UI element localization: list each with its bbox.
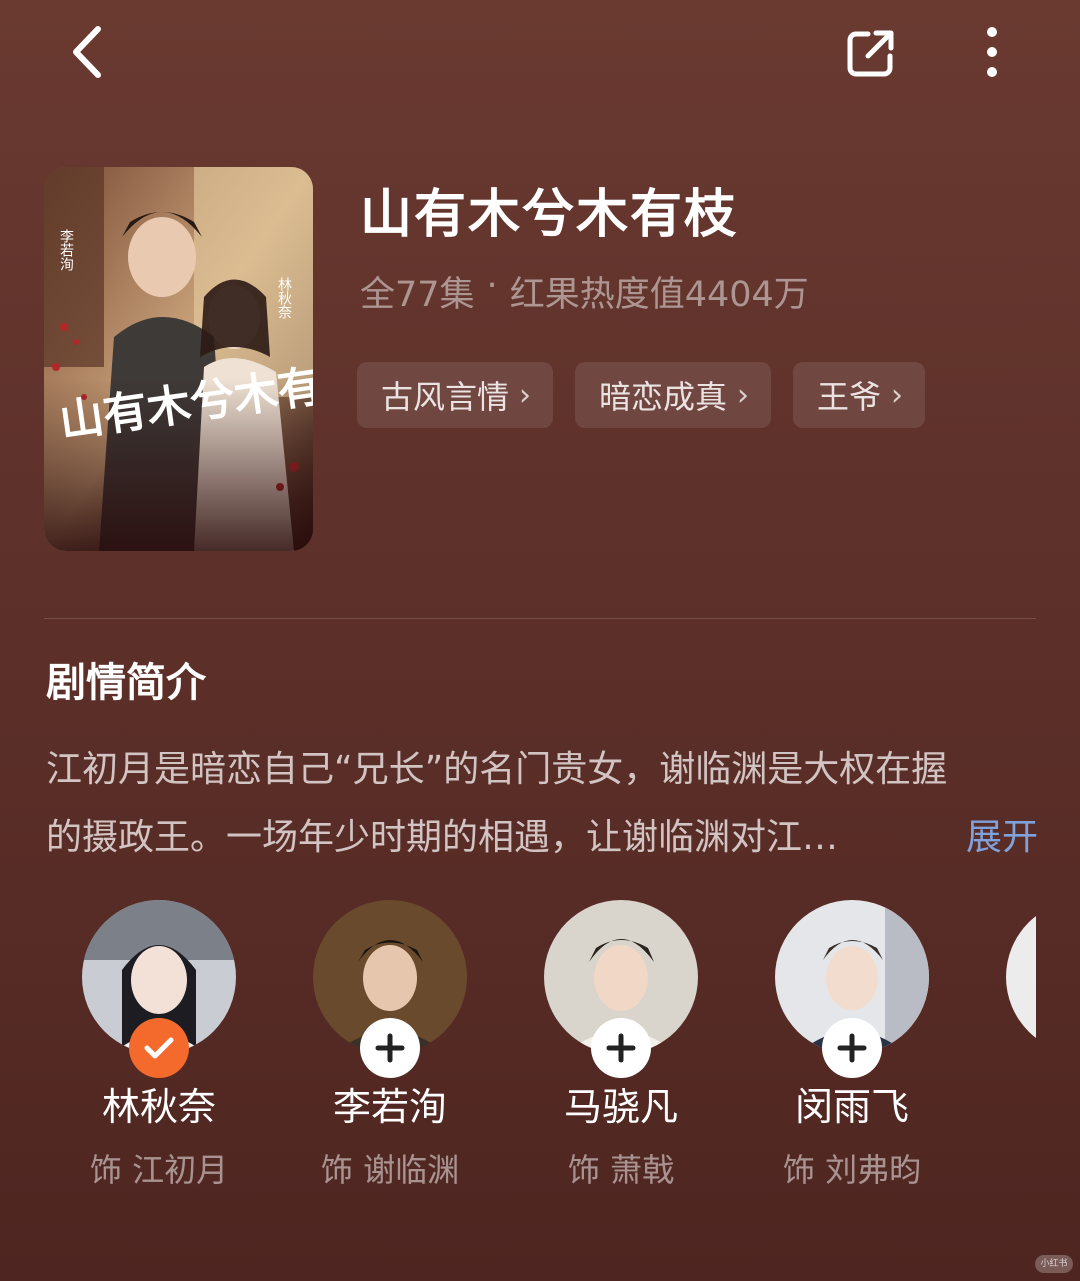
cast-member[interactable]: | 饰 bbox=[968, 900, 1036, 1180]
poster-actor-left: 李若洵 bbox=[58, 229, 74, 271]
cast-name: 林秋奈 bbox=[101, 1085, 216, 1129]
plus-icon bbox=[375, 1033, 405, 1063]
tag-label: 古风言情 bbox=[381, 378, 510, 416]
chevron-right-icon: › bbox=[891, 377, 904, 413]
cast-role: 饰 刘弗昀 bbox=[782, 1151, 922, 1189]
back-button[interactable] bbox=[58, 22, 118, 82]
cast-name: 闵雨飞 bbox=[794, 1085, 909, 1129]
top-bar bbox=[0, 0, 1080, 110]
cast-member[interactable]: 闵雨飞 饰 刘弗昀 bbox=[737, 900, 967, 1191]
follow-button[interactable] bbox=[591, 1018, 651, 1078]
cast-role: 饰 bbox=[968, 1134, 1036, 1180]
episode-count: 全77集 bbox=[360, 275, 475, 315]
tag-chip[interactable]: 王爷 › bbox=[793, 362, 926, 428]
tag-label: 王爷 bbox=[817, 378, 882, 416]
chevron-right-icon: › bbox=[519, 377, 532, 413]
heat-value: 红果热度值4404万 bbox=[509, 275, 809, 315]
share-button[interactable] bbox=[840, 22, 902, 84]
poster-actor-right: 林秋奈 bbox=[276, 277, 292, 319]
cast-name: | bbox=[968, 1076, 1036, 1120]
chevron-left-icon bbox=[73, 26, 101, 78]
cast-name: 马骁凡 bbox=[563, 1085, 678, 1129]
followed-badge[interactable] bbox=[129, 1018, 189, 1078]
cast-list: 林秋奈 饰 江初月 李若洵 饰 谢临渊 马骁凡 饰 萧戟 闵雨飞 饰 刘弗昀 bbox=[0, 900, 1036, 1220]
poster-image: 山有木兮木有枝 李若洵 林秋奈 bbox=[44, 167, 313, 551]
plus-icon bbox=[606, 1033, 636, 1063]
meta-separator: · bbox=[486, 266, 498, 306]
avatar[interactable] bbox=[1006, 900, 1036, 1054]
expand-link[interactable]: 展开 bbox=[966, 804, 1038, 872]
check-icon bbox=[144, 1037, 174, 1059]
drama-title: 山有木兮木有枝 bbox=[360, 185, 739, 245]
follow-button[interactable] bbox=[360, 1018, 420, 1078]
synopsis-line: 的摄政王。一场年少时期的相遇，让谢临渊对江… bbox=[46, 817, 839, 858]
cast-member[interactable]: 林秋奈 饰 江初月 bbox=[44, 900, 274, 1191]
drama-meta: 全77集 · 红果热度值4404万 bbox=[360, 266, 809, 317]
tag-label: 暗恋成真 bbox=[599, 378, 728, 416]
cast-role: 饰 萧戟 bbox=[567, 1151, 675, 1189]
tag-chip[interactable]: 古风言情 › bbox=[357, 362, 554, 428]
drama-poster[interactable]: 山有木兮木有枝 李若洵 林秋奈 bbox=[44, 167, 313, 551]
follow-button[interactable] bbox=[822, 1018, 882, 1078]
synopsis-heading: 剧情简介 bbox=[46, 660, 206, 706]
synopsis-text: 江初月是暗恋自己“兄长”的名门贵女，谢临渊是大权在握 的摄政王。一场年少时期的相… bbox=[46, 736, 1038, 872]
cast-role: 饰 谢临渊 bbox=[320, 1151, 460, 1189]
cast-name: 李若洵 bbox=[332, 1085, 447, 1129]
cast-role: 饰 江初月 bbox=[89, 1151, 229, 1189]
watermark: 小红书 bbox=[1035, 1255, 1073, 1273]
plus-icon bbox=[837, 1033, 867, 1063]
section-divider bbox=[44, 618, 1036, 619]
chevron-right-icon: › bbox=[737, 377, 750, 413]
more-vertical-icon bbox=[987, 27, 997, 77]
synopsis-line: 江初月是暗恋自己“兄长”的名门贵女，谢临渊是大权在握 bbox=[46, 749, 948, 790]
cast-member[interactable]: 李若洵 饰 谢临渊 bbox=[275, 900, 505, 1191]
cast-member[interactable]: 马骁凡 饰 萧戟 bbox=[506, 900, 736, 1191]
tag-list: 古风言情 › 暗恋成真 › 王爷 › bbox=[357, 362, 926, 428]
tag-chip[interactable]: 暗恋成真 › bbox=[575, 362, 772, 428]
share-icon bbox=[847, 30, 894, 77]
more-button[interactable] bbox=[962, 22, 1022, 82]
